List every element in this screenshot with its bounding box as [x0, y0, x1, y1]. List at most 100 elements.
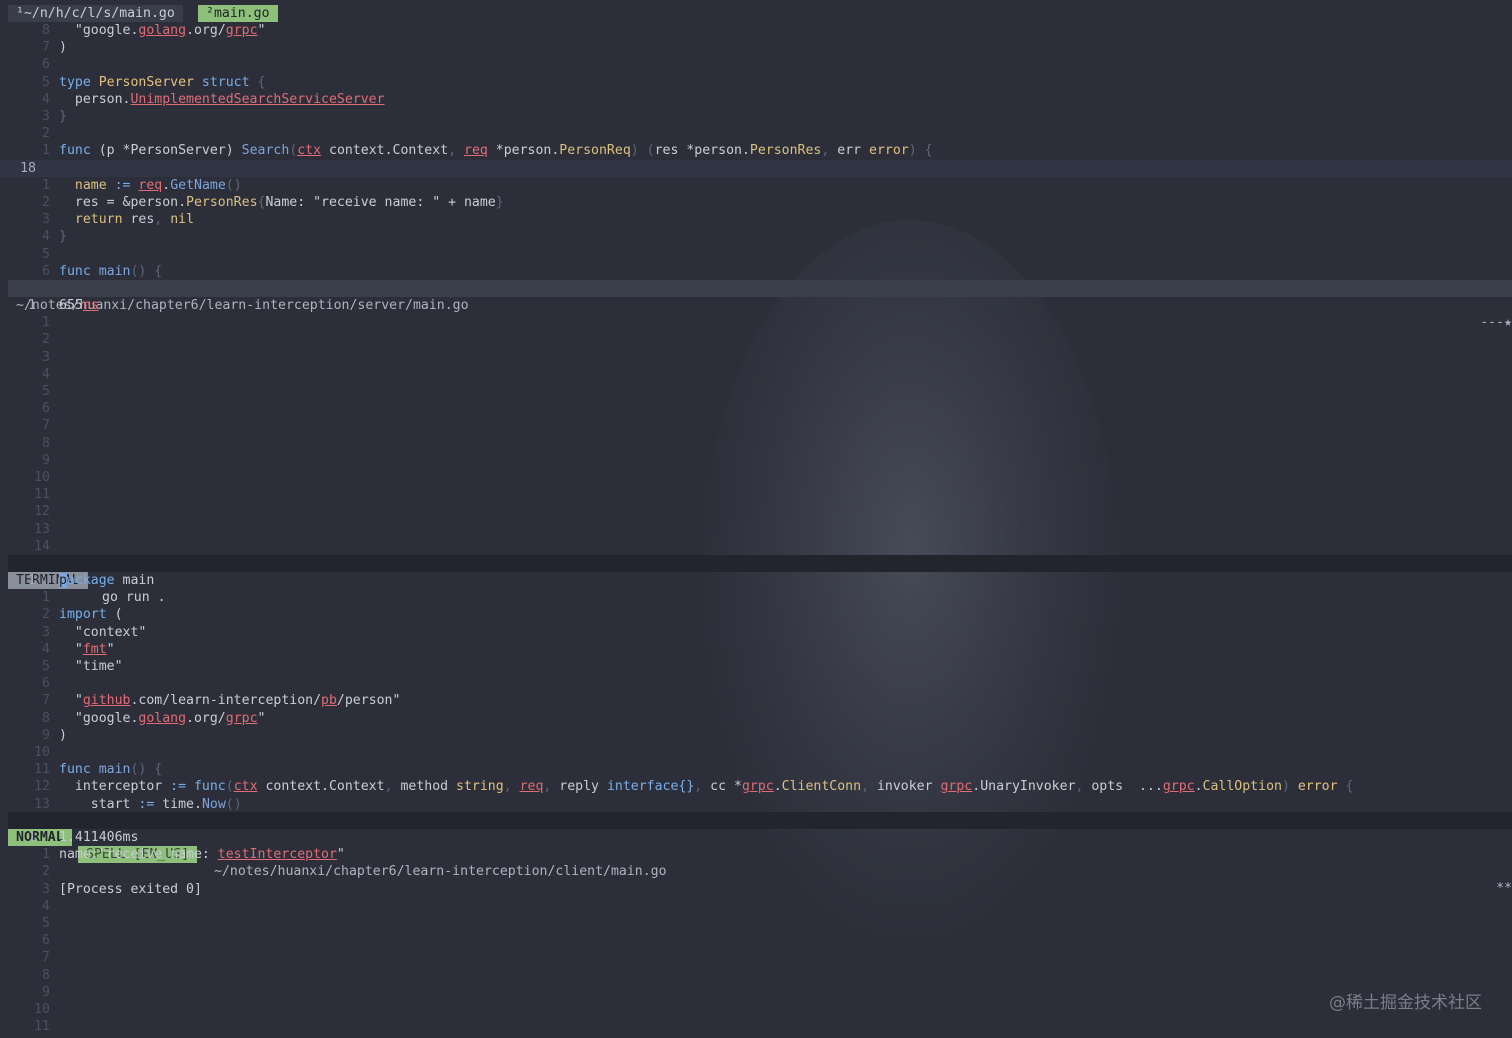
line-number: 7: [42, 950, 50, 966]
line-content: 655ns: [59, 297, 99, 314]
code-line[interactable]: 8 "google.golang.org/grpc": [0, 710, 1512, 727]
code-token: opts ...: [1091, 779, 1163, 795]
code-token: (p *: [98, 143, 131, 159]
code-line[interactable]: 5: [0, 246, 1512, 263]
code-line[interactable]: 9: [0, 984, 1512, 1001]
code-line[interactable]: 1 655ns: [0, 297, 1512, 314]
code-token: name:"receive name:: [59, 847, 218, 863]
code-line[interactable]: 6: [0, 675, 1512, 692]
line-number: 1: [42, 590, 50, 606]
code-line[interactable]: 8: [0, 967, 1512, 984]
code-line[interactable]: 2: [0, 331, 1512, 348]
code-line[interactable]: 13: [0, 521, 1512, 538]
line-number: 6: [42, 933, 50, 949]
line-content: person.UnimplementedSearchServiceServer: [59, 91, 385, 108]
line-content: interceptor := func(ctx context.Context,…: [59, 778, 1354, 795]
code-line[interactable]: 5: [0, 915, 1512, 932]
line-number: 12: [34, 779, 50, 795]
line-content: [Process exited 0]: [59, 881, 202, 898]
code-line[interactable]: 7): [0, 39, 1512, 56]
code-line[interactable]: 9: [0, 452, 1512, 469]
code-line[interactable]: 6: [0, 56, 1512, 73]
line-number: 10: [34, 470, 50, 485]
code-token: import: [59, 607, 115, 623]
code-token: golang: [138, 23, 187, 38]
code-line[interactable]: 3 return res, nil: [0, 211, 1512, 228]
line-number: 2: [42, 332, 50, 348]
code-line[interactable]: 1: [0, 314, 1512, 331]
code-line[interactable]: 4 person.UnimplementedSearchServiceServe…: [0, 91, 1512, 108]
code-line[interactable]: 1 func (p *PersonServer) Search (ctx conte…: [0, 142, 1512, 159]
code-token: grpc: [225, 23, 258, 38]
code-line[interactable]: 5 "time": [0, 658, 1512, 675]
line-number: 2: [42, 864, 50, 880]
code-line[interactable]: 2: [0, 863, 1512, 880]
code-token: ": [257, 23, 266, 38]
code-token: }: [59, 109, 67, 124]
code-line[interactable]: 3: [0, 349, 1512, 366]
code-line[interactable]: 9): [0, 727, 1512, 744]
code-token: error: [1297, 779, 1346, 795]
code-line[interactable]: 1: [0, 589, 1512, 606]
code-line[interactable]: 10: [0, 1001, 1512, 1018]
code-line[interactable]: 8: [0, 435, 1512, 452]
tabline: ¹~/n/h/c/l/s/main.go ²main.go: [0, 0, 1512, 24]
code-line[interactable]: 11: [0, 486, 1512, 503]
code-line[interactable]: 8 "google.golang.org/grpc": [0, 22, 1512, 39]
code-line[interactable]: 10: [0, 469, 1512, 486]
code-token: [Process exited 0]: [59, 881, 202, 897]
status-line-terminal: TERMINAL go run .: [8, 555, 1512, 605]
code-line[interactable]: 6 func main() {: [0, 263, 1512, 280]
code-line[interactable]: 13 start := time.Now(): [0, 796, 1512, 813]
line-content: }: [59, 108, 67, 125]
code-line[interactable]: 5 type PersonServer struct {: [0, 74, 1512, 91]
code-line[interactable]: 6: [0, 400, 1512, 417]
code-line[interactable]: 3}: [0, 108, 1512, 125]
code-token: ackage: [66, 573, 123, 588]
code-line[interactable]: 11 func main() {: [0, 761, 1512, 778]
code-line[interactable]: 14: [0, 538, 1512, 555]
code-line[interactable]: 3 [Process exited 0]: [0, 881, 1512, 898]
code-line[interactable]: 1 package main: [0, 572, 1512, 589]
code-line[interactable]: 12: [0, 503, 1512, 520]
code-line[interactable]: 18: [0, 159, 1512, 177]
code-token: .: [1194, 779, 1203, 795]
code-line[interactable]: 12 interceptor := func(ctx context.Conte…: [0, 778, 1512, 795]
line-content: 1.411406ms: [59, 829, 138, 846]
code-token: (: [646, 143, 655, 159]
code-token: GetName: [170, 177, 226, 193]
code-token: () {: [130, 762, 163, 778]
code-line[interactable]: 2 res = &person.PersonRes{Name: "receive…: [0, 194, 1512, 211]
code-line[interactable]: 1 1.411406ms: [0, 829, 1512, 846]
line-number: 5: [42, 384, 50, 399]
code-token: grpc: [1162, 779, 1195, 795]
code-token: ,: [694, 779, 711, 795]
code-line[interactable]: 4 "fmt": [0, 641, 1512, 658]
code-line[interactable]: 7 "github.com/learn-interception/pb/pers…: [0, 692, 1512, 709]
line-number: 9: [42, 984, 50, 1000]
code-line[interactable]: 1 name := req.GetName(): [0, 177, 1512, 194]
code-token: }: [59, 229, 67, 245]
line-number: 3: [42, 212, 50, 228]
line-content: func main() {: [59, 761, 162, 778]
code-line[interactable]: 2 import (: [0, 606, 1512, 623]
code-token: Search: [241, 143, 290, 159]
tab-client-main[interactable]: ²main.go: [198, 5, 278, 22]
code-line[interactable]: 7: [0, 417, 1512, 434]
code-line[interactable]: 4}: [0, 228, 1512, 245]
line-content: return res, nil: [59, 211, 194, 228]
code-line[interactable]: 7: [0, 949, 1512, 966]
text-cursor: p: [59, 573, 67, 588]
code-line[interactable]: 2: [0, 125, 1512, 142]
tab-server-main[interactable]: ¹~/n/h/c/l/s/main.go: [8, 5, 183, 22]
code-token: ,: [384, 779, 401, 795]
code-line[interactable]: 10: [0, 744, 1512, 761]
code-line[interactable]: 4: [0, 898, 1512, 915]
watermark-text: @稀土掘金技术社区: [1329, 993, 1482, 1013]
code-line[interactable]: 5: [0, 383, 1512, 400]
code-line[interactable]: 3 "context": [0, 624, 1512, 641]
code-line[interactable]: 11: [0, 1018, 1512, 1035]
code-line[interactable]: 4: [0, 366, 1512, 383]
code-line[interactable]: 6: [0, 932, 1512, 949]
code-line[interactable]: 1 name:"receive name: testInterceptor": [0, 846, 1512, 863]
